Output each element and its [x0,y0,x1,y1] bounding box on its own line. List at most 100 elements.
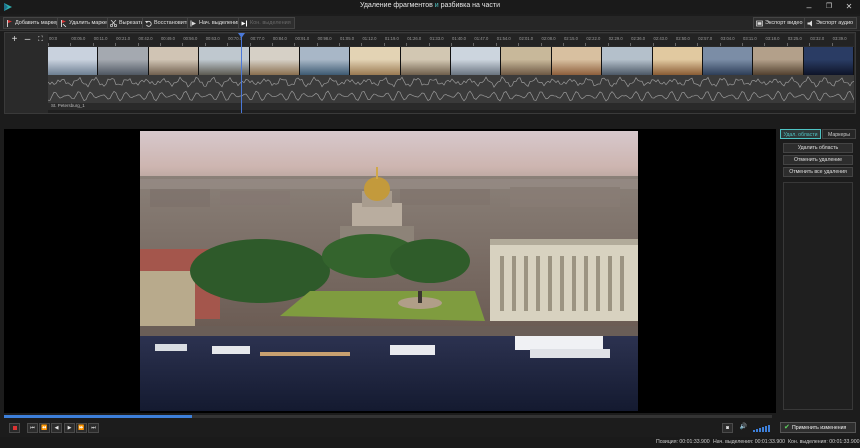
ruler-tick [630,43,632,46]
undo-all-deletes-button[interactable]: Отменить все удаления [783,167,853,177]
ruler-tick [383,43,385,46]
step-forward-icon[interactable]: ⏩ [76,423,87,433]
time-ruler[interactable]: 00:0 00:05.0 00:11.0 00:21.0 00:42.0 00:49.0 0… [48,34,854,46]
playhead[interactable] [241,33,242,113]
ruler-tick-label: 02:15.0 [563,36,578,41]
title-bar: Удаление фрагментов и разбивка на части … [0,0,860,14]
tab-markers[interactable]: Маркеры [822,129,856,139]
ruler-tick [70,43,72,46]
ruler-tick-label: 00:49.0 [160,36,175,41]
selection-end-button[interactable]: Кон. выделения [238,17,295,29]
step-back-icon[interactable]: ⏪ [39,423,50,433]
prev-frame-icon[interactable]: ◀ [51,423,62,433]
audio-waveform[interactable] [48,75,854,103]
record-button[interactable] [9,423,20,433]
ruler-tick [495,43,497,46]
ruler-tick-label: 02:08.0 [541,36,556,41]
ruler-tick [182,43,184,46]
delete-area-button[interactable]: Удалить область [783,143,853,153]
playback-progress[interactable] [4,415,772,418]
undo-icon [145,20,152,27]
ruler-tick [786,43,788,46]
deleted-areas-list[interactable] [783,182,853,410]
add-marker-button[interactable]: Добавить маркер [3,17,64,29]
ruler-tick [742,43,744,46]
ruler-tick [473,43,475,46]
ruler-tick-label: 01:26.0 [407,36,422,41]
bracket-start-icon [190,20,196,26]
play-icon[interactable]: ▶ [64,423,75,433]
ruler-tick [451,43,452,46]
ruler-tick-label: 03:11.0 [743,36,757,41]
ruler-tick-label: 00:42.0 [138,36,153,41]
ruler-tick [406,43,408,46]
filmstrip-thumbnail [652,47,703,75]
selection-start-button[interactable]: Нач. выделения [187,17,245,29]
undo-delete-button[interactable]: Отменить удаление [783,155,853,165]
waveform-channel [48,90,854,102]
ruler-tick-label: 01:05.0 [340,36,355,41]
track-name: St. Petersburg_1 [51,103,85,108]
filmstrip-thumbnail [451,47,502,75]
red-flag-icon [7,19,12,27]
toolbar: Добавить маркер Удалить маркер Вырезать … [0,16,860,31]
filmstrip-thumbnail [148,47,200,75]
ruler-tick [652,43,654,46]
ruler-tick-label: 01:33.0 [429,36,444,41]
ruler-tick-label: 02:29.0 [608,36,623,41]
ruler-tick [764,43,766,46]
apply-changes-button[interactable]: ✔ Применить изменения [780,422,856,433]
ruler-tick-label: 00:91.0 [295,36,310,41]
ruler-tick [271,43,273,46]
close-button[interactable]: ✕ [840,1,858,13]
ruler-tick [518,43,520,46]
volume-slider[interactable] [753,424,771,432]
filmstrip-thumbnail [350,47,401,75]
checkmark-icon: ✔ [784,424,790,431]
zoom-out-icon[interactable]: – [22,35,33,46]
ruler-tick [831,43,833,46]
remove-marker-button[interactable]: Удалить маркер [57,17,115,29]
ruler-tick-label: 00:56.0 [183,36,198,41]
snapshot-icon[interactable]: ◙ [722,423,733,433]
ruler-tick [249,43,251,46]
go-end-icon[interactable]: ⏭ [88,423,99,433]
ruler-tick [562,43,564,46]
ruler-tick [227,43,229,46]
ruler-tick [607,43,609,46]
ruler-tick-label: 02:22.0 [586,36,601,41]
export-video-button[interactable]: Экспорт видео [753,17,807,29]
maximize-button[interactable]: ❐ [820,1,838,13]
timeline-scrollbar[interactable] [48,110,854,113]
ruler-tick-label: 02:36.0 [631,36,646,41]
minimize-button[interactable]: – [800,1,818,13]
progress-fill [4,415,193,418]
status-bar: Позиция: 00:01:33.900 Нач. выделения: 00… [0,437,860,448]
video-filmstrip[interactable] [48,47,854,75]
ruler-tick-label: 01:40.0 [452,36,466,41]
timeline-zoom-tools: + – ⛶ [7,34,47,47]
ruler-tick-label: 03:18.0 [765,36,780,41]
transport-controls: ⏮ ⏪ ◀ ▶ ⏩ ⏭ ◙ 🔊 ✔ Применить изменения [4,420,856,436]
tab-delete-areas[interactable]: Удал. области [780,129,821,139]
ruler-tick [809,43,811,46]
export-audio-button[interactable]: Экспорт аудио [804,17,858,29]
fit-icon[interactable]: ⛶ [35,35,46,46]
go-start-icon[interactable]: ⏮ [27,423,38,433]
ruler-tick [115,43,117,46]
ruler-tick [674,43,676,46]
restore-button[interactable]: Восстановить [142,17,194,29]
filmstrip-thumbnail [602,47,653,75]
ruler-tick-label: 02:50.0 [675,36,690,41]
ruler-tick-label: 00:21.0 [116,36,131,41]
zoom-in-icon[interactable]: + [9,35,20,46]
ruler-tick [137,43,139,46]
ruler-tick [339,43,341,46]
filmstrip-thumbnail [501,47,552,75]
flag-remove-icon [61,19,67,27]
filmstrip-thumbnail [299,47,351,75]
volume-icon[interactable]: 🔊 [738,423,749,433]
timeline-panel[interactable]: + – ⛶ 00:0 00:05.0 00:11.0 00:21.0 00:42.0 00… [4,32,856,114]
filmstrip-thumbnail [48,47,99,75]
ruler-tick-label: 00:11.0 [93,36,108,41]
